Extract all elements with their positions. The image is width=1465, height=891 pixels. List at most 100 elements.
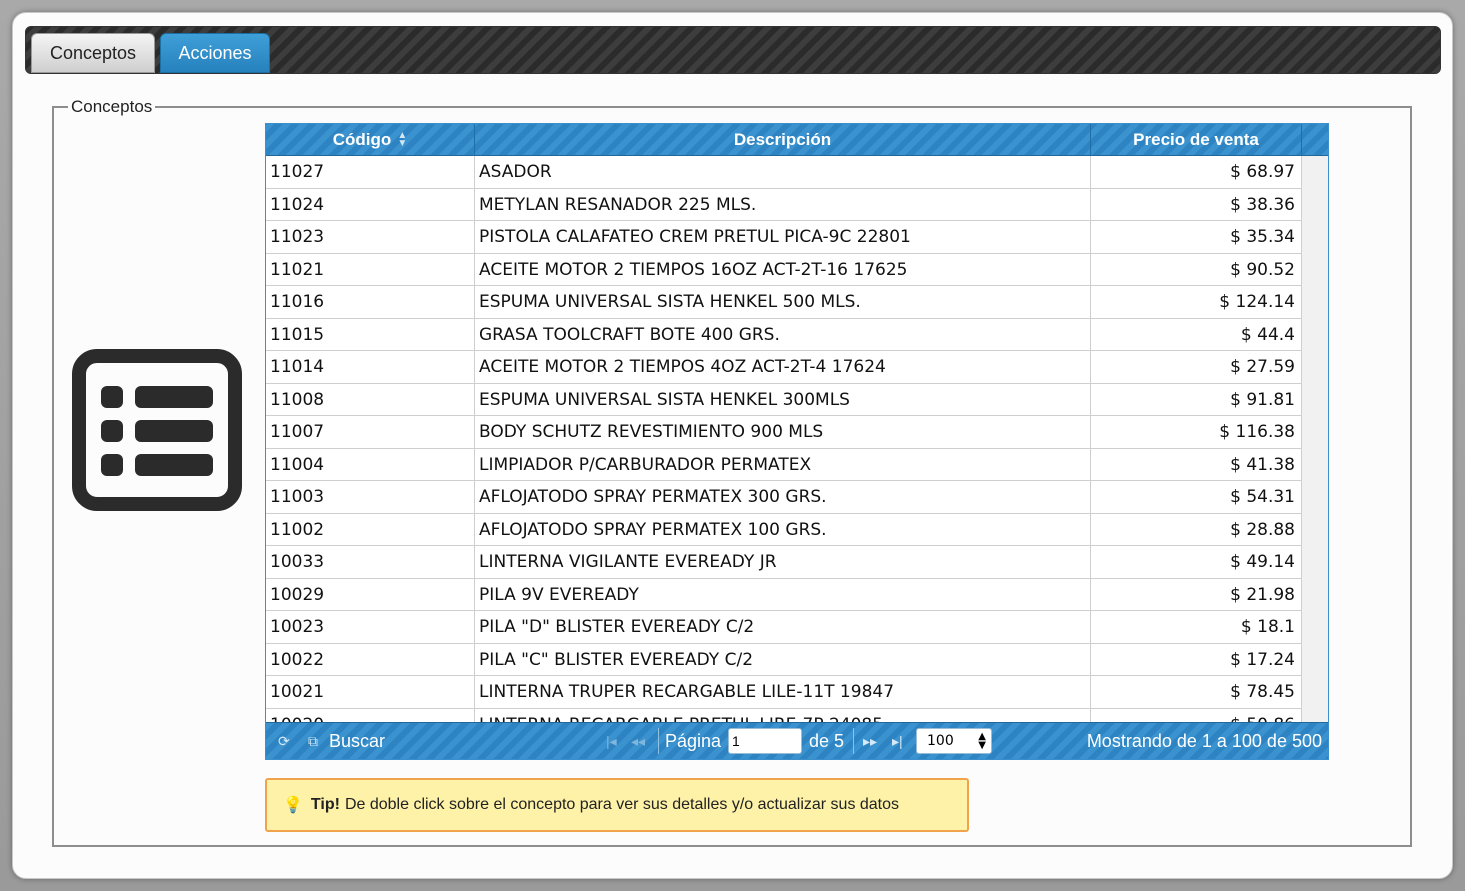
cell-description: PISTOLA CALAFATEO CREM PRETUL PICA-9C 22… xyxy=(475,221,1091,253)
cell-price: $ 18.1 xyxy=(1091,611,1302,643)
table-row[interactable]: 11021 ACEITE MOTOR 2 TIEMPOS 16OZ ACT-2T-… xyxy=(266,253,1302,286)
cell-price: $ 49.14 xyxy=(1091,546,1302,578)
column-header-price[interactable]: Precio de venta xyxy=(1091,124,1302,156)
column-header-description[interactable]: Descripción xyxy=(475,124,1091,156)
first-page-icon[interactable]: |◂ xyxy=(606,723,617,759)
cell-price: $ 41.38 xyxy=(1091,448,1302,481)
table-row[interactable]: 10029 PILA 9V EVEREADY $ 21.98 xyxy=(266,578,1302,611)
table-row[interactable]: 11027 ASADOR $ 68.97 xyxy=(266,156,1302,189)
cell-description: METYLAN RESANADOR 225 MLS. xyxy=(475,188,1091,221)
cell-price: $ 90.52 xyxy=(1091,253,1302,286)
last-page-icon[interactable]: ▸| xyxy=(892,723,903,759)
sort-icon: ▲ ▼ xyxy=(397,130,408,149)
page-size-select[interactable]: 100 ▲ ▼ xyxy=(916,728,992,754)
table-row[interactable]: 11014 ACEITE MOTOR 2 TIEMPOS 4OZ ACT-2T-4… xyxy=(266,351,1302,384)
cell-description: LINTERNA RECARGABLE PRETUL LIRE-7P 24085 xyxy=(475,708,1091,723)
cell-description: AFLOJATODO SPRAY PERMATEX 100 GRS. xyxy=(475,513,1091,546)
cell-description: ESPUMA UNIVERSAL SISTA HENKEL 500 MLS. xyxy=(475,286,1091,318)
cell-description: AFLOJATODO SPRAY PERMATEX 300 GRS. xyxy=(475,481,1091,513)
group-legend: Conceptos xyxy=(71,97,153,116)
table-row[interactable]: 10022 PILA "C" BLISTER EVEREADY C/2 $ 17.2… xyxy=(266,643,1302,676)
cell-code: 11021 xyxy=(266,253,475,286)
table-row[interactable]: 11016 ESPUMA UNIVERSAL SISTA HENKEL 500 M… xyxy=(266,286,1302,319)
cell-code: 10021 xyxy=(266,676,475,708)
cell-price: $ 21.98 xyxy=(1091,578,1302,611)
cell-code: 11008 xyxy=(266,383,475,416)
refresh-icon[interactable]: ⟳ xyxy=(278,723,290,759)
table-row[interactable]: 11023 PISTOLA CALAFATEO CREM PRETUL PICA-… xyxy=(266,221,1302,254)
column-price-label: Precio de venta xyxy=(1133,130,1259,149)
column-header-code[interactable]: Código ▲ ▼ xyxy=(266,124,475,156)
pager-status: Mostrando de 1 a 100 de 500 xyxy=(1086,731,1322,751)
cell-price: $ 35.34 xyxy=(1091,221,1302,253)
cell-description: ACEITE MOTOR 2 TIEMPOS 4OZ ACT-2T-4 1762… xyxy=(475,351,1091,383)
table-row[interactable]: 11007 BODY SCHUTZ REVESTIMIENTO 900 MLS $ … xyxy=(266,416,1302,449)
cell-code: 10023 xyxy=(266,611,475,643)
pager-separator xyxy=(853,728,854,754)
search-window-icon[interactable]: ⧉ xyxy=(308,723,318,759)
cell-code: 11015 xyxy=(266,318,475,351)
cell-code: 11003 xyxy=(266,481,475,513)
cell-description: ESPUMA UNIVERSAL SISTA HENKEL 300MLS xyxy=(475,383,1091,416)
cell-description: LINTERNA TRUPER RECARGABLE LILE-11T 1984… xyxy=(475,676,1091,708)
cell-price: $ 50.86 xyxy=(1091,708,1302,723)
table-row[interactable]: 10021 LINTERNA TRUPER RECARGABLE LILE-11T… xyxy=(266,676,1302,709)
column-description-label: Descripción xyxy=(733,130,832,149)
tab-acciones[interactable]: Acciones xyxy=(160,33,270,73)
tip-title: Tip! xyxy=(310,796,340,813)
pager-separator xyxy=(658,728,659,754)
cell-description: PILA 9V EVEREADY xyxy=(475,578,1091,611)
cell-price: $ 54.31 xyxy=(1091,481,1302,513)
page-count-label: de 5 xyxy=(809,731,845,751)
cell-code: 10022 xyxy=(266,643,475,676)
cell-price: $ 68.97 xyxy=(1091,156,1302,188)
table-row[interactable]: 10020LINTERNA RECARGABLE PRETUL LIRE-7P … xyxy=(266,708,1302,723)
page-size-value: 100 xyxy=(927,733,954,749)
cell-price: $ 116.38 xyxy=(1091,416,1302,448)
cell-description: PILA "D" BLISTER EVEREADY C/2 xyxy=(475,611,1091,643)
cell-code: 10033 xyxy=(266,546,475,578)
cell-code: 11024 xyxy=(266,188,475,221)
cell-price: $ 17.24 xyxy=(1091,643,1302,676)
vertical-scrollbar[interactable] xyxy=(1301,156,1328,723)
grid-body: 11027 ASADOR $ 68.97 11024 METYLAN RESANADOR… xyxy=(266,156,1302,723)
cell-code: 11004 xyxy=(266,448,475,481)
cell-description: ACEITE MOTOR 2 TIEMPOS 16OZ ACT-2T-16 17… xyxy=(475,253,1091,286)
tab-bar: Conceptos Acciones xyxy=(25,26,1441,74)
cell-code: 10029 xyxy=(266,578,475,611)
cell-price: $ 28.88 xyxy=(1091,513,1302,546)
cell-price: $ 38.36 xyxy=(1091,188,1302,221)
table-row[interactable]: 11015 GRASA TOOLCRAFT BOTE 400 GRS. $ 44.4 xyxy=(266,318,1302,351)
grid-header: Código ▲ ▼ Descripción Precio de venta xyxy=(266,124,1328,156)
main-window: Conceptos Acciones Conceptos Código ▲ ▼ D… xyxy=(12,12,1453,879)
cell-price: $ 91.81 xyxy=(1091,383,1302,416)
cell-code: 11014 xyxy=(266,351,475,383)
table-row[interactable]: 11003 AFLOJATODO SPRAY PERMATEX 300 GRS. $… xyxy=(266,481,1302,514)
lightbulb-icon: 💡 xyxy=(283,797,303,814)
page-label: Página xyxy=(665,731,722,751)
cell-description: ASADOR xyxy=(475,156,1091,188)
cell-description: LINTERNA VIGILANTE EVEREADY JR xyxy=(475,546,1091,578)
list-icon xyxy=(72,349,242,511)
tab-conceptos[interactable]: Conceptos xyxy=(31,33,155,73)
cell-description: PILA "C" BLISTER EVEREADY C/2 xyxy=(475,643,1091,676)
cell-description: BODY SCHUTZ REVESTIMIENTO 900 MLS xyxy=(475,416,1091,448)
grid-pager: ⟳ ⧉ Buscar |◂ ◂◂ Página de 5 ▸▸ ▸| 100 ▲… xyxy=(266,722,1328,759)
cell-code: 11007 xyxy=(266,416,475,448)
table-row[interactable]: 11024 METYLAN RESANADOR 225 MLS. $ 38.36 xyxy=(266,188,1302,221)
table-row[interactable]: 11008 ESPUMA UNIVERSAL SISTA HENKEL 300ML… xyxy=(266,383,1302,416)
cell-code: 10020 xyxy=(266,708,475,723)
table-row[interactable]: 10033 LINTERNA VIGILANTE EVEREADY JR $ 49.… xyxy=(266,546,1302,579)
tip-box: 💡 Tip! De doble click sobre el concepto … xyxy=(265,778,969,832)
cell-price: $ 27.59 xyxy=(1091,351,1302,383)
cell-code: 11027 xyxy=(266,156,475,188)
table-row[interactable]: 11002 AFLOJATODO SPRAY PERMATEX 100 GRS. $… xyxy=(266,513,1302,546)
prev-page-icon[interactable]: ◂◂ xyxy=(631,723,645,759)
cell-code: 11002 xyxy=(266,513,475,546)
next-page-icon[interactable]: ▸▸ xyxy=(863,723,877,759)
table-row[interactable]: 11004 LIMPIADOR P/CARBURADOR PERMATEX $ 41… xyxy=(266,448,1302,481)
search-button[interactable]: Buscar xyxy=(329,723,385,759)
page-number-input[interactable] xyxy=(728,728,802,754)
table-row[interactable]: 10023 PILA "D" BLISTER EVEREADY C/2 $ 18.1 xyxy=(266,611,1302,644)
chevron-updown-icon: ▲ ▼ xyxy=(978,731,986,751)
